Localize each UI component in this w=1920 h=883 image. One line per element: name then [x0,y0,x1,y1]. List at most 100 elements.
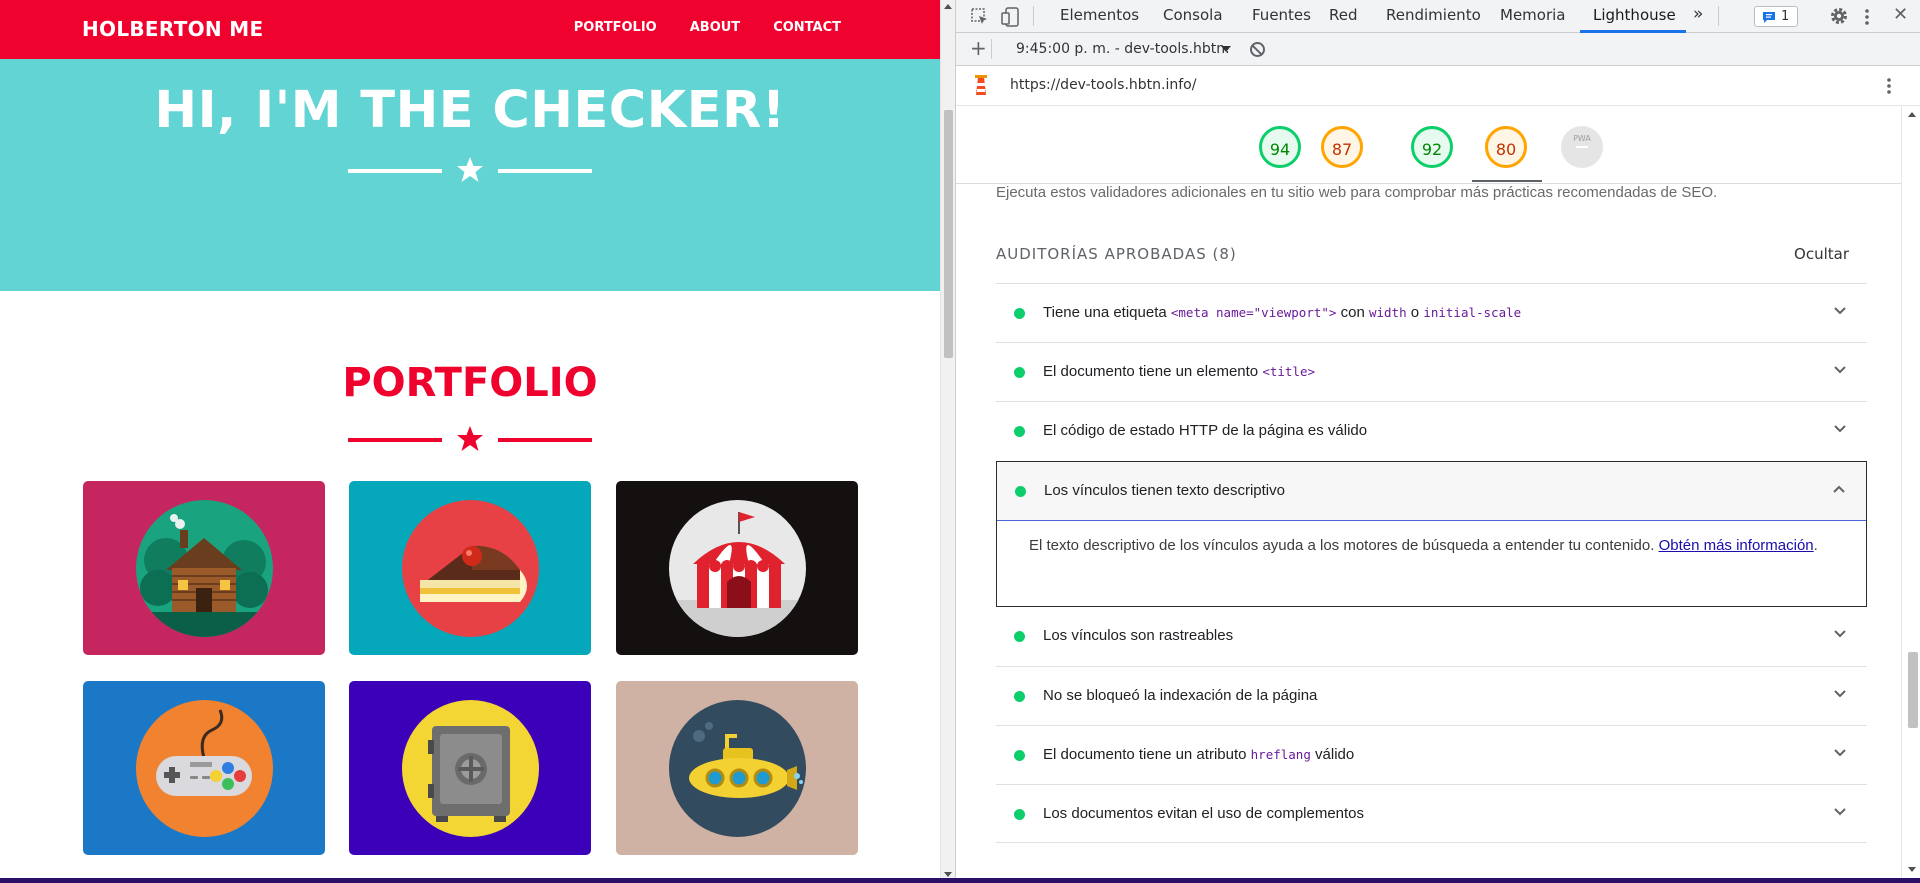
circus-tent-icon [668,499,806,637]
pass-indicator-icon [1015,486,1026,497]
tab-memoria[interactable]: Memoria [1500,6,1566,24]
chevron-down-icon[interactable] [1833,424,1847,434]
portfolio-item-submarine[interactable] [616,681,858,855]
tab-fuentes[interactable]: Fuentes [1252,6,1311,24]
nav-link-about[interactable]: ABOUT [690,20,740,35]
tab-elementos[interactable]: Elementos [1060,6,1139,24]
nav-link-contact[interactable]: CONTACT [773,20,841,35]
report-menu-icon[interactable] [1886,77,1892,101]
toolbar-separator [1718,6,1719,26]
nav-link-portfolio[interactable]: PORTFOLIO [574,20,657,35]
learn-more-link[interactable]: Obtén más información [1659,537,1814,554]
report-scrollbar[interactable] [1901,106,1920,878]
audit-document-title[interactable]: El documento tiene un elemento <title> [996,342,1867,401]
lighthouse-report: Ejecuta estos validadores adicionales en… [956,184,1901,878]
score-gauge-performance[interactable]: 94 [1259,126,1301,168]
more-tabs-icon[interactable]: » [1693,4,1703,24]
portfolio-item-controller[interactable] [83,681,325,855]
tab-red[interactable]: Red [1329,6,1358,24]
audit-http-status-code[interactable]: El código de estado HTTP de la página es… [996,401,1867,460]
chevron-down-icon[interactable] [1833,748,1847,758]
hide-passed-button[interactable]: Ocultar [1794,245,1849,263]
new-report-plus-icon[interactable]: + [970,36,987,60]
chevron-down-icon[interactable] [1833,807,1847,817]
tab-consola[interactable]: Consola [1163,6,1223,24]
pass-indicator-icon [1014,691,1025,702]
issues-counter-button[interactable]: 1 [1754,6,1798,27]
issues-icon [1763,12,1775,23]
hero-section: HI, I'M THE CHECKER! [0,59,940,291]
selected-gauge-indicator [1472,180,1542,182]
tab-rendimiento[interactable]: Rendimiento [1386,6,1481,24]
portfolio-divider [0,424,940,454]
score-gauge-accessibility[interactable]: 87 [1321,126,1363,168]
chevron-up-icon[interactable] [1832,484,1846,494]
toolbar-separator [991,39,992,59]
audit-title: Los documentos evitan el uso de compleme… [1043,805,1365,822]
star-icon [457,426,483,451]
portfolio-heading: PORTFOLIO [342,360,598,406]
device-toolbar-icon[interactable] [1000,6,1020,32]
chevron-down-icon[interactable] [1833,306,1847,316]
scroll-down-arrow-icon[interactable] [944,872,952,877]
score-gauge-seo[interactable]: 80 [1485,126,1527,168]
audit-title: Tiene una etiqueta <meta name="viewport"… [1043,304,1522,321]
submarine-icon [668,699,806,837]
scroll-down-arrow-icon[interactable] [1908,867,1916,872]
lighthouse-logo-icon [972,75,990,101]
site-nav-links: PORTFOLIO ABOUT CONTACT [574,20,841,35]
safe-icon [401,699,539,837]
dropdown-caret-icon[interactable] [1221,46,1231,52]
devtools-tabbar: Elementos Consola Fuentes Red Rendimient… [956,0,1920,33]
lighthouse-toolbar: + 9:45:00 p. m. - dev-tools.hbtn. [956,33,1920,66]
score-gauges: 94 87 92 80 PWA [956,106,1901,184]
score-gauge-pwa[interactable]: PWA [1561,126,1603,168]
tab-lighthouse[interactable]: Lighthouse [1593,6,1676,24]
divider-line-left [348,169,442,173]
audit-plugins[interactable]: Los documentos evitan el uso de compleme… [996,784,1867,843]
portfolio-item-cake[interactable] [349,481,591,655]
close-devtools-icon[interactable]: ✕ [1893,4,1908,25]
issues-count: 1 [1781,9,1790,24]
report-selector[interactable]: 9:45:00 p. m. - dev-tools.hbtn. [1016,41,1230,57]
chevron-down-icon[interactable] [1833,629,1847,639]
passed-audits-header[interactable]: AUDITORÍAS APROBADAS (8) [996,245,1237,263]
score-gauge-best-practices[interactable]: 92 [1411,126,1453,168]
scroll-up-arrow-icon[interactable] [944,4,952,9]
audit-title: Los vínculos son rastreables [1043,627,1234,644]
scroll-up-arrow-icon[interactable] [1908,112,1916,117]
devtools-panel: Elementos Consola Fuentes Red Rendimient… [955,0,1920,878]
scrollbar-thumb[interactable] [944,110,953,358]
passed-audits-label: AUDITORÍAS APROBADAS [996,245,1207,263]
audit-crawlable-anchors[interactable]: Los vínculos son rastreables [996,607,1867,666]
inspect-element-icon[interactable] [970,7,990,31]
portfolio-item-cabin[interactable] [83,481,325,655]
toolbar-separator [1033,6,1034,26]
chevron-down-icon[interactable] [1833,365,1847,375]
pass-indicator-icon [1014,809,1025,820]
audit-is-crawlable[interactable]: No se bloqueó la indexación de la página [996,666,1867,725]
website-viewport: HOLBERTON ME PORTFOLIO ABOUT CONTACT HI,… [0,0,940,883]
audit-hreflang[interactable]: El documento tiene un atributo hreflang … [996,725,1867,784]
scrollbar-thumb[interactable] [1908,652,1918,728]
audit-viewport[interactable]: Tiene una etiqueta <meta name="viewport"… [996,283,1867,342]
clear-block-icon[interactable] [1250,42,1265,57]
game-controller-icon [135,699,273,837]
page-scrollbar[interactable] [940,0,955,883]
portfolio-item-circus[interactable] [616,481,858,655]
site-brand[interactable]: HOLBERTON ME [82,17,263,41]
audit-title: El documento tiene un elemento <title> [1043,363,1315,380]
cabin-icon [135,499,273,637]
pwa-badge-label: PWA [1573,134,1591,143]
more-options-icon[interactable] [1863,7,1871,31]
audit-link-text-expanded[interactable]: Los vínculos tienen texto descriptivo El… [996,461,1867,607]
report-url[interactable]: https://dev-tools.hbtn.info/ [1010,77,1196,93]
taskbar-strip [0,878,1920,883]
pass-indicator-icon [1014,426,1025,437]
pass-indicator-icon [1014,631,1025,642]
audit-title: Los vínculos tienen texto descriptivo [1044,482,1285,499]
settings-gear-icon[interactable] [1829,6,1849,30]
pass-indicator-icon [1014,308,1025,319]
portfolio-item-safe[interactable] [349,681,591,855]
chevron-down-icon[interactable] [1833,689,1847,699]
